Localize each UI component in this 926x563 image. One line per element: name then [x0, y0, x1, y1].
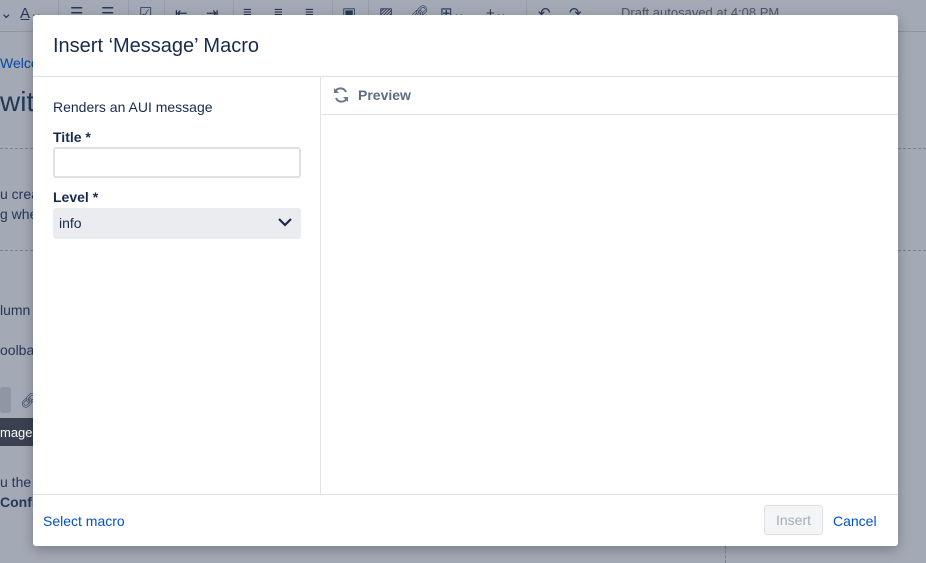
title-input[interactable] [53, 147, 301, 178]
page-text: oolba [0, 342, 35, 358]
dialog-title: Insert ‘Message’ Macro [53, 35, 259, 57]
page-text: Confl [0, 494, 36, 510]
refresh-icon[interactable] [332, 86, 350, 104]
cancel-button[interactable]: Cancel [833, 513, 877, 529]
level-select[interactable]: info [53, 208, 301, 239]
dialog-footer: Select macro Insert Cancel [33, 494, 898, 546]
level-label: Level * [53, 189, 99, 205]
level-value: info [59, 215, 82, 231]
preview-label: Preview [358, 87, 411, 103]
divider [725, 546, 726, 563]
page-tooltip: mage [0, 418, 33, 446]
page-text: g whe [0, 206, 38, 222]
page-toolbar-button [0, 387, 11, 413]
macro-parameters-panel: Renders an AUI message Title * Level * i… [33, 77, 321, 494]
chevron-down-icon[interactable]: ⌄ [0, 4, 13, 22]
page-text: lumn [0, 302, 31, 318]
chevron-down-icon [278, 218, 292, 227]
select-macro-link[interactable]: Select macro [43, 513, 125, 529]
preview-header: Preview [322, 77, 898, 115]
insert-button[interactable]: Insert [764, 505, 823, 535]
title-label: Title * [53, 129, 91, 145]
page-text: u the [0, 474, 32, 490]
insert-macro-dialog: Insert ‘Message’ Macro Renders an AUI me… [33, 15, 898, 546]
macro-description: Renders an AUI message [53, 99, 213, 115]
